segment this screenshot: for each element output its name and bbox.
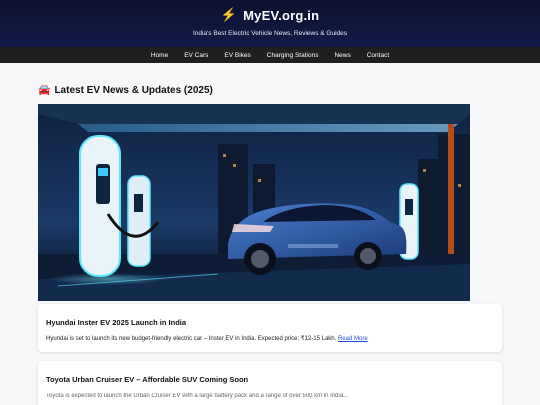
site-title[interactable]: ⚡ MyEV.org.in: [221, 7, 320, 23]
ev-charging-hero-image: [38, 104, 470, 301]
nav-ev-bikes[interactable]: EV Bikes: [216, 52, 258, 59]
nav-home[interactable]: Home: [143, 52, 176, 59]
nav-ev-cars[interactable]: EV Cars: [176, 52, 216, 59]
nav-charging-stations[interactable]: Charging Stations: [259, 52, 327, 59]
nav-news[interactable]: News: [326, 52, 358, 59]
main-nav: Home EV Cars EV Bikes Charging Stations …: [0, 47, 540, 63]
article-card: Toyota Urban Cruiser EV – Affordable SUV…: [38, 361, 502, 405]
article-card: Hyundai Inster EV 2025 Launch in India H…: [38, 304, 502, 352]
main-content: 🚘 Latest EV News & Updates (2025) Hyunda…: [0, 85, 540, 405]
article-summary: Hyundai is set to launch its new budget-…: [46, 336, 337, 342]
nav-contact[interactable]: Contact: [359, 52, 397, 59]
site-title-text[interactable]: MyEV.org.in: [243, 8, 319, 23]
site-header: ⚡ MyEV.org.in India's Best Electric Vehi…: [0, 0, 540, 47]
section-title: 🚘 Latest EV News & Updates (2025): [38, 85, 502, 96]
car-icon: 🚘: [38, 85, 51, 96]
lightning-bolt-icon: ⚡: [220, 7, 238, 22]
article-title[interactable]: Hyundai Inster EV 2025 Launch in India: [46, 318, 494, 327]
site-tagline: India's Best Electric Vehicle News, Revi…: [192, 30, 348, 37]
read-more-link[interactable]: Read More: [338, 336, 368, 342]
article-summary: Toyota is expected to launch the Urban C…: [46, 393, 349, 399]
section-title-text: Latest EV News & Updates (2025): [54, 85, 213, 96]
article-text: Hyundai is set to launch its new budget-…: [46, 335, 494, 342]
article-title[interactable]: Toyota Urban Cruiser EV – Affordable SUV…: [46, 375, 494, 384]
